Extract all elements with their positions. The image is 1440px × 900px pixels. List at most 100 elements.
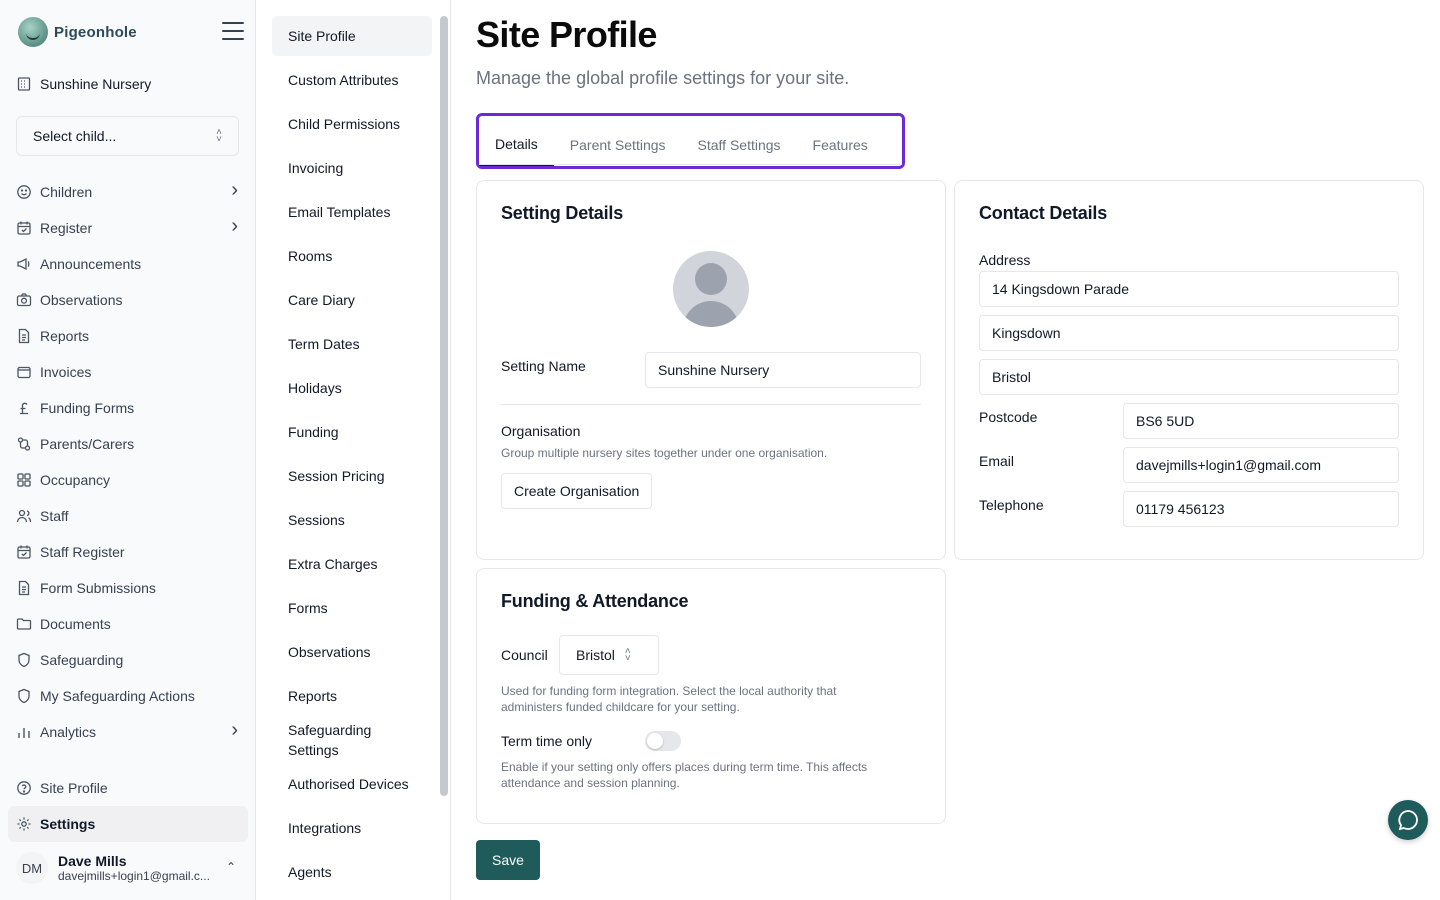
term-time-help: Enable if your setting only offers place… <box>501 760 868 790</box>
sidebar-item-staff-register[interactable]: Staff Register <box>8 534 248 570</box>
address-line2-input[interactable]: Kingsdown <box>979 315 1399 351</box>
tab-parent-settings[interactable]: Parent Settings <box>554 124 682 166</box>
calendar-check-icon <box>16 544 32 560</box>
pigeon-logo-icon <box>18 17 48 47</box>
email-input[interactable]: davejmills+login1@gmail.com <box>1123 447 1399 483</box>
address-line3-input[interactable]: Bristol <box>979 359 1399 395</box>
settings-nav-rooms[interactable]: Rooms <box>272 236 432 276</box>
chevron-right-icon: › <box>231 215 238 237</box>
page-title: Site Profile <box>476 14 657 55</box>
smile-icon <box>16 184 32 200</box>
address-label: Address <box>979 252 1031 268</box>
gear-icon <box>16 816 32 832</box>
settings-nav-holidays[interactable]: Holidays <box>272 368 432 408</box>
sidebar-item-settings[interactable]: Settings <box>8 806 248 842</box>
child-select[interactable]: Select child... ˄ ˅ <box>16 116 239 156</box>
brand[interactable]: Pigeonhole <box>18 16 137 48</box>
settings-nav-safeguarding-settings[interactable]: Safeguarding Settings <box>272 716 432 764</box>
sidebar-item-my-safeguarding-actions[interactable]: My Safeguarding Actions <box>8 678 248 714</box>
sidebar-item-form-submissions[interactable]: Form Submissions <box>8 570 248 606</box>
settings-nav-authorised-devices[interactable]: Authorised Devices <box>272 764 432 804</box>
settings-nav-site-profile[interactable]: Site Profile <box>272 16 432 56</box>
sidebar-item-invoices[interactable]: Invoices <box>8 354 248 390</box>
sidebar-item-label: Documents <box>40 616 111 632</box>
settings-nav-funding[interactable]: Funding <box>272 412 432 452</box>
sidebar-item-observations[interactable]: Observations <box>8 282 248 318</box>
sidebar-item-announcements[interactable]: Announcements <box>8 246 248 282</box>
menu-icon[interactable] <box>222 22 244 40</box>
sidebar-item-label: Site Profile <box>40 780 108 796</box>
sidebar-item-label: Register <box>40 220 93 236</box>
tab-staff-settings[interactable]: Staff Settings <box>682 124 797 166</box>
save-button[interactable]: Save <box>476 840 540 880</box>
term-time-label: Term time only <box>501 733 593 749</box>
grid-icon <box>16 472 32 488</box>
telephone-input[interactable]: 01179 456123 <box>1123 491 1399 527</box>
folder-icon <box>16 616 32 632</box>
settings-nav-sessions[interactable]: Sessions <box>272 500 432 540</box>
chevron-up-icon: ⌃ <box>225 860 236 874</box>
user-menu[interactable]: DM Dave Mills davejmills+login1@gmail.c.… <box>8 846 248 890</box>
sidebar-item-reports[interactable]: Reports <box>8 318 248 354</box>
staff-icon <box>16 508 32 524</box>
tab-features[interactable]: Features <box>797 124 884 166</box>
sidebar-item-children[interactable]: Children › <box>8 174 248 210</box>
settings-nav-forms[interactable]: Forms <box>272 588 432 628</box>
tab-details[interactable]: Details <box>479 124 554 166</box>
settings-nav-observations[interactable]: Observations <box>272 632 432 672</box>
term-time-toggle[interactable] <box>645 731 681 751</box>
sidebar-item-staff[interactable]: Staff <box>8 498 248 534</box>
sidebar-item-funding-forms[interactable]: Funding Forms <box>8 390 248 426</box>
setting-name-label: Setting Name <box>501 358 586 374</box>
sidebar-item-label: Announcements <box>40 256 142 272</box>
sidebar-item-label: Settings <box>40 816 96 832</box>
settings-nav-integrations[interactable]: Integrations <box>272 808 432 848</box>
settings-nav-email-templates[interactable]: Email Templates <box>272 192 432 232</box>
email-label: Email <box>979 453 1015 469</box>
sidebar-item-label: Staff <box>40 508 69 524</box>
address-line1-input[interactable]: 14 Kingsdown Parade <box>979 271 1399 307</box>
pound-icon <box>16 400 32 416</box>
settings-nav-invoicing[interactable]: Invoicing <box>272 148 432 188</box>
user-name: Dave Mills <box>58 853 127 869</box>
council-select[interactable]: Bristol ˄ ˅ <box>559 635 659 675</box>
settings-nav-agents[interactable]: Agents <box>272 852 432 892</box>
sidebar-item-register[interactable]: Register › <box>8 210 248 246</box>
shield-icon <box>16 688 32 704</box>
sidebar-item-label: Invoices <box>40 364 92 380</box>
file-text-icon <box>16 580 32 596</box>
sidebar-item-documents[interactable]: Documents <box>8 606 248 642</box>
settings-subnav: Site Profile Custom Attributes Child Permi… <box>257 0 451 900</box>
subnav-scrollbar[interactable] <box>440 16 448 796</box>
sidebar-item-label: Observations <box>40 292 123 308</box>
chevron-right-icon: › <box>231 719 238 741</box>
funding-attendance-card: Funding & Attendance Council Bristol ˄ ˅ … <box>476 568 946 824</box>
settings-nav-care-diary[interactable]: Care Diary <box>272 280 432 320</box>
bar-chart-icon <box>16 724 32 740</box>
chat-button[interactable] <box>1388 800 1428 840</box>
card-title: Setting Details <box>501 203 624 223</box>
sidebar-item-parents-carers[interactable]: Parents/Carers <box>8 426 248 462</box>
sidebar-item-site-profile[interactable]: Site Profile <box>8 770 248 806</box>
create-organisation-button[interactable]: Create Organisation <box>501 473 653 509</box>
file-text-icon <box>16 328 32 344</box>
profile-avatar-icon[interactable] <box>673 251 749 327</box>
settings-nav-child-permissions[interactable]: Child Permissions <box>272 104 432 144</box>
settings-nav-extra-charges[interactable]: Extra Charges <box>272 544 432 584</box>
sidebar-item-label: My Safeguarding Actions <box>40 688 195 704</box>
sidebar-item-safeguarding[interactable]: Safeguarding <box>8 642 248 678</box>
help-circle-icon <box>16 780 32 796</box>
settings-nav-term-dates[interactable]: Term Dates <box>272 324 432 364</box>
settings-nav-custom-attributes[interactable]: Custom Attributes <box>272 60 432 100</box>
settings-nav-reports[interactable]: Reports <box>272 676 432 716</box>
child-select-value: Select child... <box>33 128 117 144</box>
sidebar-item-analytics[interactable]: Analytics › <box>8 714 248 750</box>
sidebar-item-label: Form Submissions <box>40 580 156 596</box>
sidebar-item-label: Analytics <box>40 724 97 740</box>
settings-nav-session-pricing[interactable]: Session Pricing <box>272 456 432 496</box>
postcode-input[interactable]: BS6 5UD <box>1123 403 1399 439</box>
setting-name-input[interactable]: Sunshine Nursery <box>645 352 921 388</box>
sidebar-item-label: Occupancy <box>40 472 111 488</box>
site-switcher[interactable]: Sunshine Nursery <box>16 72 151 96</box>
sidebar-item-occupancy[interactable]: Occupancy <box>8 462 248 498</box>
